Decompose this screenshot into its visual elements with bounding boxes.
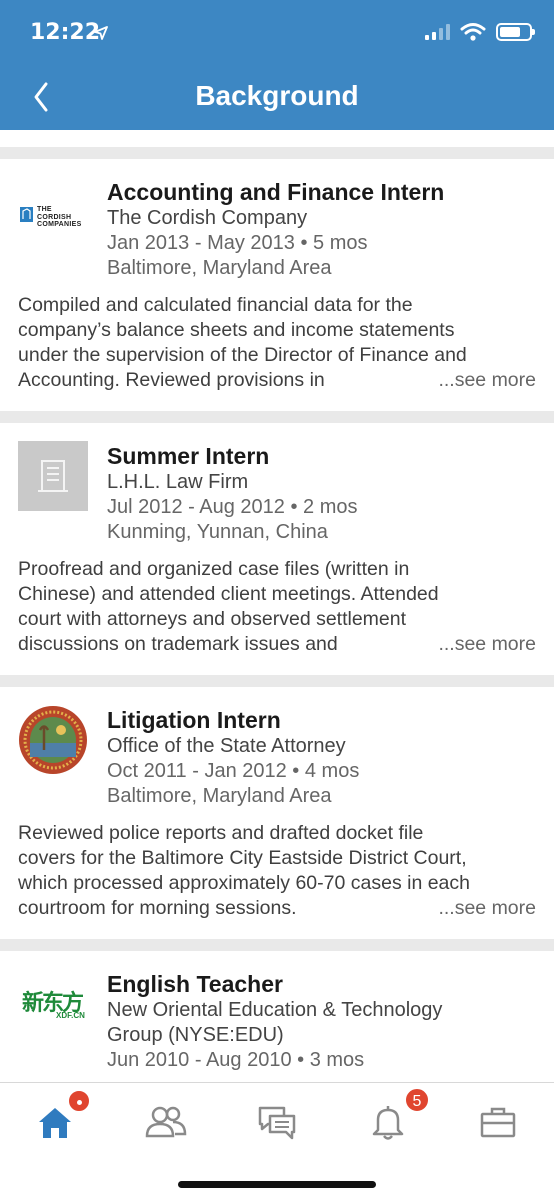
briefcase-icon: [480, 1107, 516, 1138]
see-more-link[interactable]: ...see more: [430, 633, 536, 656]
job-dates: Jun 2010 - Aug 2010 • 3 mos: [107, 1049, 365, 1071]
job-location: Baltimore, Maryland Area: [107, 785, 332, 807]
tab-home[interactable]: [25, 1089, 91, 1147]
experience-card[interactable]: 新东方 XDF.CN English Teacher New Oriental …: [0, 951, 554, 1082]
tab-my-network[interactable]: [136, 1097, 196, 1147]
experience-card[interactable]: Summer Intern L.H.L. Law Firm Jul 2012 -…: [0, 423, 554, 675]
home-notification-dot: [67, 1089, 91, 1113]
bell-icon: [372, 1106, 404, 1140]
job-dates: Oct 2011 - Jan 2012 • 4 mos: [107, 760, 360, 782]
page-title: Background: [195, 80, 359, 111]
battery-icon: [496, 23, 535, 41]
cordish-company-logo: THE CORDISH COMPANIES: [18, 193, 88, 263]
experience-card[interactable]: THE CORDISH COMPANIES Accounting and Fin…: [0, 159, 554, 411]
notification-count-badge: 5: [404, 1087, 430, 1113]
job-title: Litigation Intern: [107, 707, 281, 733]
job-dates: Jan 2013 - May 2013 • 5 mos: [107, 232, 368, 254]
job-location: Kunming, Yunnan, China: [107, 521, 328, 543]
people-icon: [145, 1106, 187, 1138]
company-name: L.H.L. Law Firm: [107, 471, 249, 493]
cellular-signal-icon: [425, 24, 450, 40]
location-arrow-icon: [94, 26, 108, 40]
app-header: 12:22 Background: [0, 0, 554, 130]
job-location: Baltimore, Maryland Area: [107, 257, 332, 279]
experience-card[interactable]: Litigation Intern Office of the State At…: [0, 687, 554, 939]
new-oriental-logo: 新东方 XDF.CN: [22, 991, 85, 1020]
experience-list[interactable]: THE CORDISH COMPANIES Accounting and Fin…: [0, 130, 554, 1082]
company-name-continued: Group (NYSE:EDU): [107, 1024, 284, 1046]
job-title: English Teacher: [107, 971, 283, 997]
job-dates: Jul 2012 - Aug 2012 • 2 mos: [107, 496, 358, 518]
home-indicator[interactable]: [178, 1181, 376, 1188]
see-more-link[interactable]: ...see more: [430, 897, 536, 920]
job-title: Summer Intern: [107, 443, 270, 469]
list-item: [0, 130, 554, 147]
wifi-icon: [460, 23, 486, 41]
tab-notifications[interactable]: 5: [358, 1087, 430, 1147]
company-name: New Oriental Education & Technology: [107, 999, 443, 1021]
bottom-tab-bar: 5: [0, 1082, 554, 1200]
company-placeholder-logo: [18, 441, 88, 511]
state-seal-logo: [18, 705, 88, 775]
company-name: Office of the State Attorney: [107, 735, 346, 757]
building-icon: [38, 460, 68, 492]
company-name: The Cordish Company: [107, 207, 308, 229]
status-indicators: [425, 22, 535, 42]
tab-messaging[interactable]: [247, 1097, 307, 1147]
status-time: 12:22: [30, 20, 101, 45]
messaging-icon: [258, 1106, 296, 1140]
see-more-link[interactable]: ...see more: [430, 369, 536, 392]
job-title: Accounting and Finance Intern: [107, 179, 445, 205]
tab-jobs[interactable]: [468, 1097, 528, 1147]
